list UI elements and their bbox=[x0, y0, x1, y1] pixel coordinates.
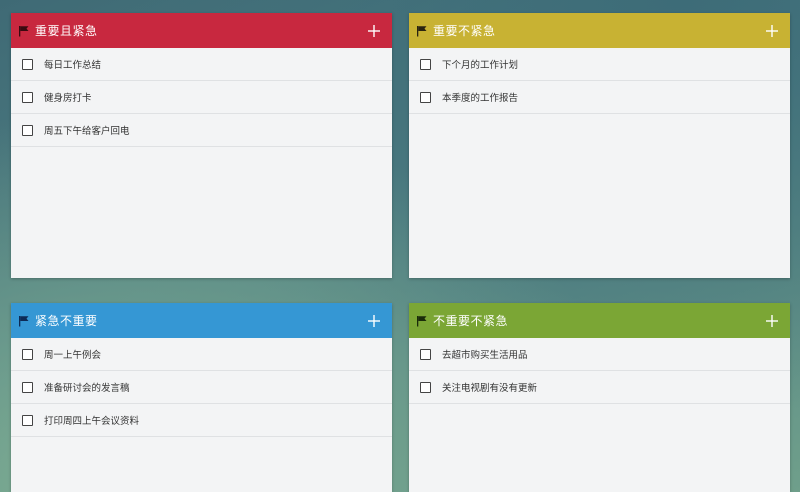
plus-icon bbox=[766, 314, 778, 327]
flag-icon bbox=[18, 25, 30, 37]
flag-icon bbox=[416, 315, 428, 327]
task-text: 每日工作总结 bbox=[44, 60, 102, 71]
quadrant-important-urgent: 重要且紧急 每日工作总结 健身房打卡 周五下午给客户回电 bbox=[11, 13, 392, 278]
task-text: 下个月的工作计划 bbox=[442, 60, 519, 71]
task-item[interactable]: 健身房打卡 bbox=[11, 81, 392, 114]
task-item[interactable]: 下个月的工作计划 bbox=[409, 48, 790, 81]
task-list: 周一上午例会 准备研讨会的发言稿 打印周四上午会议资料 bbox=[11, 338, 392, 437]
task-item[interactable]: 周一上午例会 bbox=[11, 338, 392, 371]
quadrant-header: 重要且紧急 bbox=[11, 13, 392, 48]
plus-icon bbox=[766, 24, 778, 37]
quadrant-header: 重要不紧急 bbox=[409, 13, 790, 48]
add-task-button[interactable] bbox=[364, 311, 384, 331]
task-text: 周一上午例会 bbox=[44, 350, 102, 361]
task-item[interactable]: 去超市购买生活用品 bbox=[409, 338, 790, 371]
task-item[interactable]: 本季度的工作报告 bbox=[409, 81, 790, 114]
task-list: 每日工作总结 健身房打卡 周五下午给客户回电 bbox=[11, 48, 392, 147]
task-item[interactable]: 每日工作总结 bbox=[11, 48, 392, 81]
task-text: 准备研讨会的发言稿 bbox=[44, 383, 130, 394]
task-checkbox[interactable] bbox=[22, 348, 33, 360]
quadrant-header: 不重要不紧急 bbox=[409, 303, 790, 338]
add-task-button[interactable] bbox=[762, 21, 782, 41]
task-list: 下个月的工作计划 本季度的工作报告 bbox=[409, 48, 790, 114]
task-checkbox[interactable] bbox=[420, 58, 431, 70]
quadrant-urgent-not-important: 紧急不重要 周一上午例会 准备研讨会的发言稿 打印周四上午会议资料 bbox=[11, 303, 392, 492]
quadrant-title: 重要且紧急 bbox=[35, 24, 98, 38]
task-checkbox[interactable] bbox=[420, 381, 431, 393]
add-task-button[interactable] bbox=[762, 311, 782, 331]
quadrant-not-important-not-urgent: 不重要不紧急 去超市购买生活用品 关注电视剧有没有更新 bbox=[409, 303, 790, 492]
task-text: 去超市购买生活用品 bbox=[442, 350, 528, 361]
flag-icon bbox=[18, 315, 30, 327]
quadrant-title: 重要不紧急 bbox=[433, 24, 496, 38]
task-checkbox[interactable] bbox=[22, 381, 33, 393]
plus-icon bbox=[368, 314, 380, 327]
task-checkbox[interactable] bbox=[420, 91, 431, 103]
task-item[interactable]: 关注电视剧有没有更新 bbox=[409, 371, 790, 404]
task-checkbox[interactable] bbox=[22, 124, 33, 136]
quadrant-header: 紧急不重要 bbox=[11, 303, 392, 338]
quadrant-title: 紧急不重要 bbox=[35, 314, 98, 328]
task-item[interactable]: 准备研讨会的发言稿 bbox=[11, 371, 392, 404]
add-task-button[interactable] bbox=[364, 21, 384, 41]
task-text: 周五下午给客户回电 bbox=[44, 126, 130, 137]
plus-icon bbox=[368, 24, 380, 37]
task-item[interactable]: 周五下午给客户回电 bbox=[11, 114, 392, 147]
task-text: 打印周四上午会议资料 bbox=[44, 416, 140, 427]
task-item[interactable]: 打印周四上午会议资料 bbox=[11, 404, 392, 437]
task-list: 去超市购买生活用品 关注电视剧有没有更新 bbox=[409, 338, 790, 404]
task-checkbox[interactable] bbox=[420, 348, 431, 360]
quadrant-important-not-urgent: 重要不紧急 下个月的工作计划 本季度的工作报告 bbox=[409, 13, 790, 278]
quadrant-title: 不重要不紧急 bbox=[433, 314, 509, 328]
task-checkbox[interactable] bbox=[22, 414, 33, 426]
task-text: 关注电视剧有没有更新 bbox=[442, 383, 538, 394]
task-checkbox[interactable] bbox=[22, 58, 33, 70]
task-text: 本季度的工作报告 bbox=[442, 93, 519, 104]
task-text: 健身房打卡 bbox=[44, 93, 92, 104]
flag-icon bbox=[416, 25, 428, 37]
task-checkbox[interactable] bbox=[22, 91, 33, 103]
